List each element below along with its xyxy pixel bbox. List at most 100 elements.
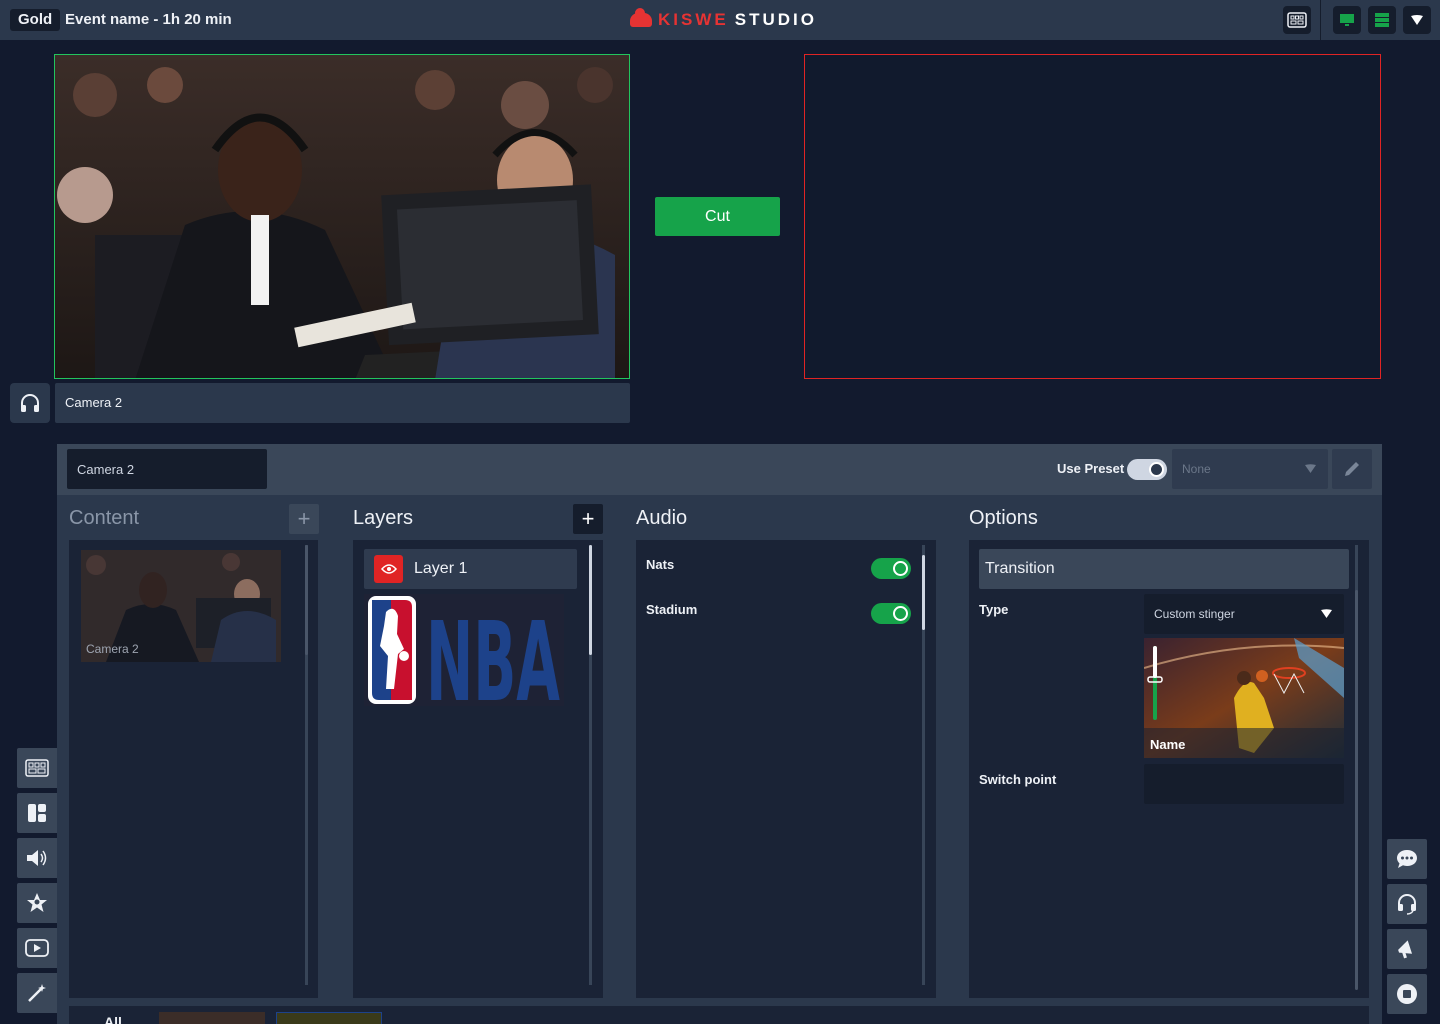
rail-playback-button[interactable] [17,928,57,968]
top-bar: Gold Event name - 1h 20 min KISWE STUDIO [0,0,1440,40]
type-label: Type [979,602,1009,617]
stinger-name: Name [1150,737,1186,752]
audio-list: Nats Stadium [636,540,936,998]
kiswe-cloud-icon [630,8,652,27]
headphones-button[interactable] [10,383,50,423]
multiview-button[interactable] [1283,6,1311,34]
media-filter-all[interactable]: All [104,1014,122,1024]
content-item[interactable]: Camera 2 [81,550,281,662]
server-button[interactable] [1368,6,1396,34]
play-icon [25,939,49,957]
chat-button[interactable] [1387,839,1427,879]
scroll-thumb[interactable] [1355,590,1358,990]
media-bin-strip: All [69,1006,1369,1024]
toggle-knob [1149,462,1164,477]
add-content-button[interactable]: + [289,504,319,534]
toggle-knob [893,561,908,576]
preset-select[interactable]: None [1172,449,1328,489]
megaphone-icon [1398,940,1413,959]
content-item-label: Camera 2 [86,642,139,656]
layers-scrollbar[interactable] [589,545,592,985]
layout-icon [28,804,46,822]
audio-channel-toggle[interactable] [871,603,911,624]
multiview-icon [25,759,49,777]
logo-product: STUDIO [734,10,817,29]
source-editor-panel: Use Preset None Content + [57,444,1382,1024]
audio-channel-label: Stadium [646,602,698,617]
toggle-knob [893,606,908,621]
scroll-thumb[interactable] [589,545,592,655]
media-thumbnail[interactable] [276,1012,382,1024]
panel-header: Use Preset None [57,444,1382,495]
event-title: Event name - 1h 20 min [65,11,232,28]
add-layer-button[interactable]: + [573,504,603,534]
transition-type-select[interactable]: Custom stinger [1144,594,1344,634]
media-thumbnail[interactable] [159,1012,265,1024]
layer-row[interactable]: Layer 1 [364,549,577,589]
nba-logo: NBA [364,594,564,726]
eye-icon [380,564,397,574]
content-scrollbar[interactable] [305,545,308,985]
topbar-divider [1320,0,1321,40]
rail-layout-button[interactable] [17,793,57,833]
source-name-input[interactable] [67,449,267,489]
kiswe-studio-logo: KISWE STUDIO [630,8,817,31]
preview-source-label: Camera 2 [55,383,630,423]
options-scrollbar[interactable] [1355,545,1358,990]
preview-monitor[interactable] [54,54,630,379]
chevron-down-icon [1411,15,1423,25]
stop-broadcast-button[interactable] [1387,974,1427,1014]
stinger-preview[interactable]: Name [1144,638,1344,758]
options-panel: Transition Type Custom stinger Name Swit… [969,540,1369,998]
announce-button[interactable] [1387,929,1427,969]
layers-title: Layers [353,507,414,529]
pencil-icon [1345,462,1359,476]
switch-point-input[interactable] [1144,764,1344,804]
logo-brand: KISWE [658,10,729,29]
audio-channel-toggle[interactable] [871,558,911,579]
magic-wand-icon [28,984,46,1002]
use-preset-toggle[interactable] [1127,459,1167,480]
scroll-thumb[interactable] [922,555,925,630]
layer-thumbnail: NBA [364,594,564,726]
audio-scrollbar[interactable] [922,545,925,985]
commentators-photo [55,55,629,378]
switch-point-label: Switch point [979,772,1057,787]
options-title: Options [969,507,1038,529]
speaker-icon [27,850,47,866]
server-icon [1375,13,1389,27]
layer-visibility-button[interactable] [374,555,403,583]
tier-badge: Gold [10,9,61,31]
layer-name: Layer 1 [414,560,468,577]
headphones-icon [21,394,39,412]
program-monitor[interactable] [804,54,1381,379]
menu-dropdown-button[interactable] [1403,6,1431,34]
cut-button[interactable]: Cut [655,197,780,236]
multiview-icon [1287,12,1307,28]
audio-channel-label: Nats [646,557,675,572]
chevron-down-icon [1305,464,1316,473]
headset-icon [1398,894,1416,915]
rail-graphics-button[interactable] [17,883,57,923]
use-preset-label: Use Preset [1057,461,1125,476]
preset-value: None [1182,462,1211,476]
edit-preset-button[interactable] [1332,449,1372,489]
scroll-thumb[interactable] [305,545,308,655]
transition-type-value: Custom stinger [1154,607,1235,621]
chat-icon [1397,850,1417,868]
content-list: Camera 2 [69,540,318,998]
audio-title: Audio [636,507,688,529]
chevron-down-icon [1321,609,1332,618]
nba-logo-text: NBA [426,598,560,706]
layers-list: Layer 1 NBA [353,540,603,998]
rail-effects-button[interactable] [17,973,57,1013]
stop-icon [1397,984,1417,1004]
transition-section-header[interactable]: Transition [979,549,1349,589]
star-person-icon [27,893,47,912]
monitor-button[interactable] [1333,6,1361,34]
talkback-button[interactable] [1387,884,1427,924]
rail-audio-button[interactable] [17,838,57,878]
rail-multiview-button[interactable] [17,748,57,788]
content-title: Content [69,507,140,529]
monitor-icon [1340,14,1354,26]
